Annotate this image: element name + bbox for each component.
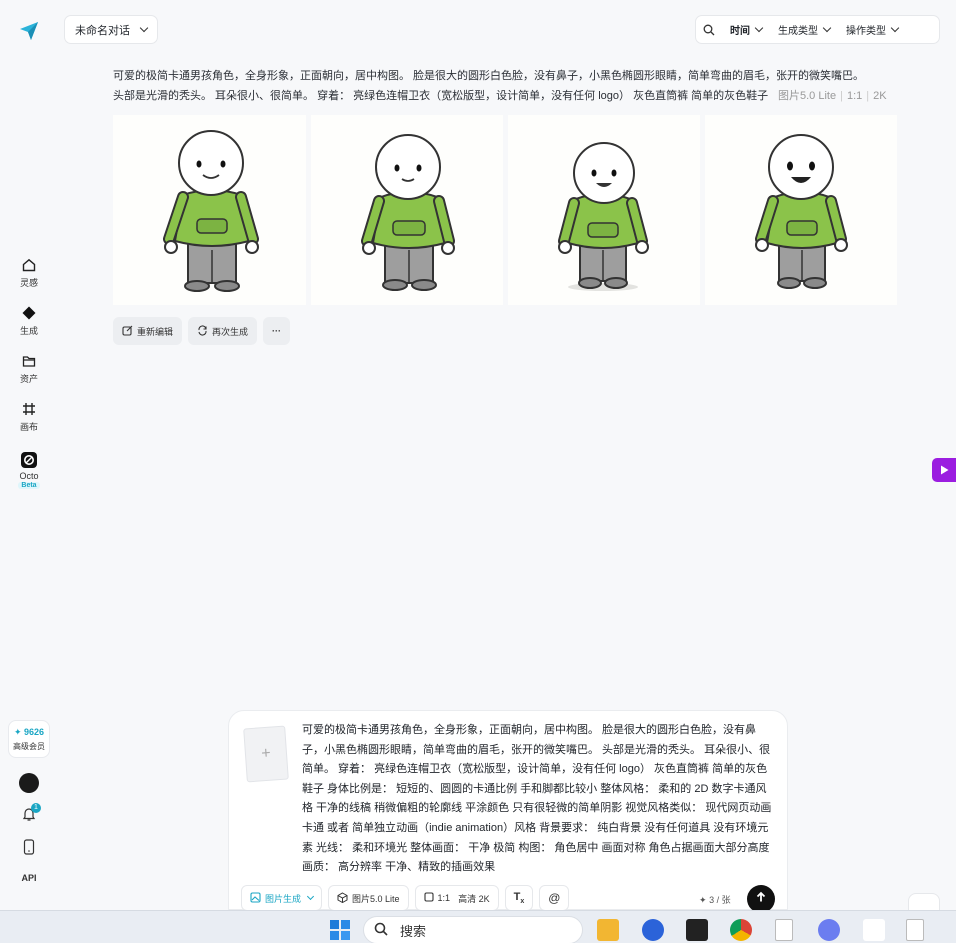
generation-meta: 图片5.0 Lite | 1:1 | 2K xyxy=(770,86,887,106)
member-card[interactable]: ✦ 9626 高级会员 xyxy=(8,720,50,758)
ratio-quality-select[interactable]: 1:1 高清 2K xyxy=(414,885,499,911)
sidebar-item-canvas[interactable]: 画布 xyxy=(0,401,58,433)
filter-bar: 时间 生成类型 操作类型 xyxy=(695,15,940,44)
sidebar-item-generate[interactable]: 生成 xyxy=(0,305,58,337)
sidebar-item-assets[interactable]: 资产 xyxy=(0,353,58,385)
terminal-icon[interactable] xyxy=(686,919,708,941)
text-style-button[interactable]: Tx xyxy=(504,885,534,911)
chevron-down-icon xyxy=(890,23,900,33)
chrome-icon[interactable] xyxy=(730,919,752,941)
conversation-title-dropdown[interactable]: 未命名对话 xyxy=(64,15,158,44)
os-taskbar: 搜索 xyxy=(0,910,956,943)
app-logo[interactable] xyxy=(18,20,40,42)
quality-label: 高清 2K xyxy=(458,893,490,904)
prompt-input[interactable]: 可爱的极简卡通男孩角色，全身形象，正面朝向，居中构图。 脸是很大的圆形白色脸，没… xyxy=(302,721,777,878)
square-icon xyxy=(423,892,434,904)
ratio-label: 1:1 xyxy=(437,893,451,903)
cube-icon xyxy=(337,891,348,905)
document-icon[interactable] xyxy=(775,919,793,941)
regenerate-label: 再次生成 xyxy=(212,326,249,337)
credit-cost: ✦ 3 / 张 xyxy=(699,893,731,906)
sparkle-icon: ✦ xyxy=(699,895,707,905)
edit-icon xyxy=(122,325,133,338)
filter-generation-type[interactable]: 生成类型 xyxy=(770,16,838,43)
chevron-down-icon xyxy=(822,23,832,33)
mention-button[interactable]: @ xyxy=(539,885,570,911)
canvas-icon xyxy=(21,401,37,417)
regenerate-button[interactable]: 再次生成 xyxy=(188,317,258,345)
avatar[interactable] xyxy=(19,773,39,793)
play-icon[interactable] xyxy=(932,458,956,482)
model-label: 图片5.0 Lite xyxy=(352,893,400,904)
result-actions: 重新编辑 再次生成 ··· xyxy=(113,317,291,345)
reedit-button[interactable]: 重新编辑 xyxy=(113,317,183,345)
generated-image-3[interactable] xyxy=(508,115,700,305)
sidebar-item-label: 生成 xyxy=(19,326,38,336)
search-icon[interactable] xyxy=(696,16,722,43)
taskbar-search-label: 搜索 xyxy=(400,923,427,939)
sidebar-item-octo[interactable]: Octo Beta xyxy=(0,452,58,489)
file-explorer-icon[interactable] xyxy=(597,919,619,941)
sidebar-item-label: 资产 xyxy=(19,374,38,384)
mode-label: 图片生成 xyxy=(265,893,302,904)
generated-images xyxy=(113,115,897,305)
chevron-down-icon xyxy=(139,23,149,33)
send-button[interactable] xyxy=(747,885,775,913)
taskbar-search[interactable]: 搜索 xyxy=(363,916,583,943)
text-icon: Tx xyxy=(513,890,525,906)
sidebar-item-label: 灵感 xyxy=(19,278,38,288)
meta-model: 图片5.0 Lite xyxy=(778,90,837,102)
add-reference-image-button[interactable]: + xyxy=(243,725,289,783)
folder-icon xyxy=(21,353,37,369)
home-icon xyxy=(21,257,37,273)
generated-image-1[interactable] xyxy=(113,115,306,305)
diamond-icon xyxy=(21,305,37,321)
filter-time[interactable]: 时间 xyxy=(722,16,770,43)
generated-image-2[interactable] xyxy=(311,115,503,305)
composer-toolbar: 图片生成 图片5.0 Lite 1:1 高清 2K Tx @ xyxy=(241,885,570,911)
filter-label: 操作类型 xyxy=(846,26,886,37)
sidebar: 灵感 生成 资产 画布 Octo Beta ✦ 9626 高级会员 1 API xyxy=(0,0,58,910)
sidebar-item-label: Octo xyxy=(19,471,39,481)
arrow-up-icon xyxy=(755,890,767,908)
app-icon[interactable] xyxy=(818,919,840,941)
meta-resolution: 2K xyxy=(873,90,887,102)
phone-icon[interactable] xyxy=(22,839,36,855)
notification-badge: 1 xyxy=(31,803,41,813)
windows-start-icon[interactable] xyxy=(329,919,351,941)
sidebar-item-label: 画布 xyxy=(19,422,38,432)
octo-icon xyxy=(21,452,37,468)
mode-select[interactable]: 图片生成 xyxy=(241,885,323,911)
refresh-icon xyxy=(197,324,208,338)
member-label: 高级会员 xyxy=(13,742,45,751)
prompt-line-2: 头部是光滑的秃头。 耳朵很小、很简单。 穿着： 亮绿色连帽卫衣（宽松版型，设计简… xyxy=(113,90,768,102)
filter-label: 生成类型 xyxy=(778,26,818,37)
beta-badge: Beta xyxy=(18,482,40,489)
more-button[interactable]: ··· xyxy=(263,317,291,345)
chevron-down-icon xyxy=(306,892,315,901)
credit-cost-value: 3 / 张 xyxy=(709,895,731,905)
document-icon[interactable] xyxy=(906,919,924,941)
api-link[interactable]: API xyxy=(0,873,58,883)
model-select[interactable]: 图片5.0 Lite xyxy=(328,885,409,911)
prompt-line-1: 可爱的极简卡通男孩角色，全身形象，正面朝向，居中构图。 脸是很大的圆形白色脸，没… xyxy=(113,70,865,82)
generated-image-4[interactable] xyxy=(705,115,897,305)
points-count: ✦ 9626 xyxy=(13,727,45,737)
search-icon xyxy=(374,922,388,939)
chevron-down-icon xyxy=(754,23,764,33)
image-icon xyxy=(250,891,261,905)
sidebar-item-inspiration[interactable]: 灵感 xyxy=(0,257,58,289)
app-icon[interactable] xyxy=(642,919,664,941)
meta-ratio: 1:1 xyxy=(846,90,863,102)
filter-operation-type[interactable]: 操作类型 xyxy=(838,16,906,43)
conversation-title: 未命名对话 xyxy=(75,24,130,37)
app-icon[interactable] xyxy=(863,919,885,941)
reedit-label: 重新编辑 xyxy=(137,326,174,337)
prompt-composer: + 可爱的极简卡通男孩角色，全身形象，正面朝向，居中构图。 脸是很大的圆形白色脸… xyxy=(228,710,788,913)
filter-label: 时间 xyxy=(730,26,750,37)
